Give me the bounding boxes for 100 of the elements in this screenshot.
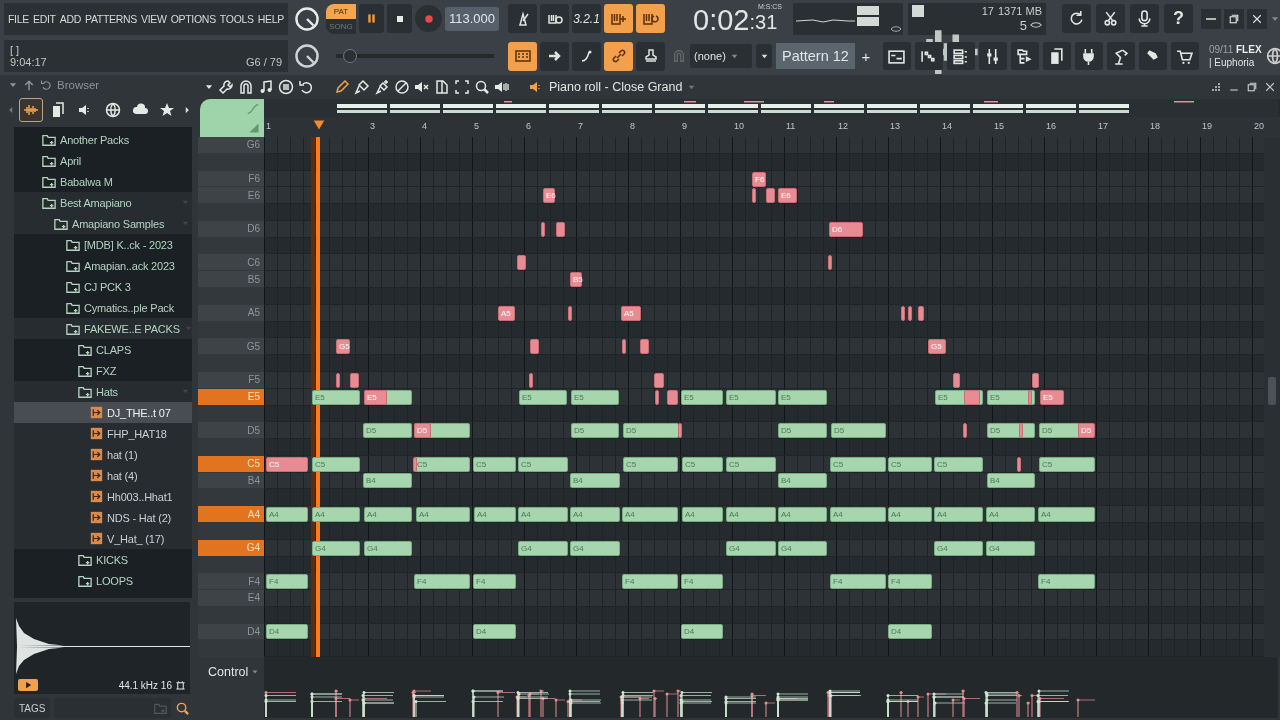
- note[interactable]: D5: [623, 423, 679, 439]
- note[interactable]: F4: [266, 574, 308, 590]
- tree-item[interactable]: Another Packs: [14, 129, 192, 150]
- mode-option[interactable]: SONG: [326, 18, 356, 34]
- bar-number: 10: [734, 121, 744, 131]
- note[interactable]: A4: [364, 507, 412, 523]
- note[interactable]: E6: [778, 188, 797, 204]
- tempo-display[interactable]: 113.000: [445, 6, 500, 31]
- mode-toggle[interactable]: PAT SONG: [326, 3, 356, 34]
- note[interactable]: F4: [1038, 574, 1095, 590]
- note[interactable]: G5: [336, 339, 350, 355]
- note[interactable]: A4: [474, 507, 516, 523]
- tree-item[interactable]: FXZ: [14, 360, 192, 381]
- note[interactable]: D5: [571, 423, 619, 439]
- note[interactable]: F4: [414, 574, 470, 590]
- note[interactable]: A4: [266, 507, 308, 523]
- menu-item[interactable]: HELP: [257, 12, 284, 25]
- note[interactable]: D4: [888, 624, 932, 640]
- tree-item[interactable]: April: [14, 150, 192, 171]
- tree-item[interactable]: hat (4): [14, 465, 192, 486]
- bar-number: 19: [1202, 121, 1212, 131]
- note[interactable]: A4: [888, 507, 932, 523]
- bar-number: 9: [682, 121, 687, 131]
- piano-roll-title[interactable]: Piano roll - Close Grand: [549, 80, 683, 94]
- tags-button[interactable]: TAGS: [14, 698, 51, 718]
- note[interactable]: D5: [1039, 423, 1080, 439]
- news-panel[interactable]: 09/11 FLEX | Euphoria: [1208, 43, 1262, 70]
- news-count: 09/11: [1208, 44, 1234, 56]
- bar-number: 3: [370, 121, 375, 131]
- note[interactable]: A4: [312, 507, 360, 523]
- note[interactable]: A4: [726, 507, 776, 523]
- note[interactable]: F4: [888, 574, 932, 590]
- note[interactable]: A4: [518, 507, 568, 523]
- note[interactable]: D4: [266, 624, 308, 640]
- hint-text: [ ]: [10, 44, 20, 57]
- control-dropdown[interactable]: Control: [198, 665, 260, 679]
- countdown-button[interactable]: 3.2.1: [572, 4, 601, 34]
- note[interactable]: A4: [622, 507, 678, 523]
- note[interactable]: F4: [473, 574, 516, 590]
- note[interactable]: G5: [928, 339, 946, 355]
- mode-option[interactable]: PAT: [326, 3, 356, 19]
- note[interactable]: D5: [363, 423, 412, 439]
- bar-number: 1: [266, 121, 271, 131]
- note[interactable]: A4: [570, 507, 620, 523]
- memory-usage: 1371 MB: [997, 4, 1042, 17]
- note[interactable]: B4: [570, 473, 620, 489]
- tree-item[interactable]: FHP_HAT18: [14, 423, 192, 444]
- menu-item[interactable]: PATTERNS: [85, 12, 138, 25]
- tree-item[interactable]: CJ PCK 3: [14, 276, 192, 297]
- note[interactable]: D4: [681, 624, 723, 640]
- note[interactable]: B4: [778, 473, 827, 489]
- note[interactable]: D5: [987, 423, 1035, 439]
- piano-key[interactable]: A4: [198, 506, 264, 523]
- bar-number: 20: [1254, 121, 1264, 131]
- note[interactable]: A4: [682, 507, 723, 523]
- note[interactable]: F4: [830, 574, 886, 590]
- note[interactable]: A4: [986, 507, 1035, 523]
- note[interactable]: F4: [681, 574, 723, 590]
- note[interactable]: D5: [414, 423, 431, 439]
- note[interactable]: A4: [778, 507, 827, 523]
- tree-item[interactable]: Babalwa M: [14, 171, 192, 192]
- note[interactable]: D5: [831, 423, 886, 439]
- note[interactable]: B4: [363, 473, 412, 489]
- note[interactable]: A4: [830, 507, 886, 523]
- tree-item[interactable]: Amapian..ack 2023: [14, 255, 192, 276]
- note[interactable]: D5: [1078, 423, 1095, 439]
- tree-item[interactable]: Hh003..Hhat1: [14, 486, 192, 507]
- note[interactable]: A4: [934, 507, 983, 523]
- bar-number: 7: [578, 121, 583, 131]
- add-pattern-button[interactable]: +: [858, 47, 873, 65]
- menu-item[interactable]: EDIT: [33, 12, 56, 25]
- tree-item[interactable]: Cymatics..ple Pack: [14, 297, 192, 318]
- tree-item[interactable]: DJ_THE..t 07: [14, 402, 192, 423]
- help-button[interactable]: ?: [1164, 4, 1193, 34]
- tree-item[interactable]: Best Amapiano: [14, 192, 192, 213]
- note[interactable]: D5: [778, 423, 827, 439]
- tree-item[interactable]: FAKEWE..E PACKS: [14, 318, 192, 339]
- menu-item[interactable]: TOOLS: [219, 12, 254, 25]
- menu-item[interactable]: ADD: [59, 12, 81, 25]
- note[interactable]: A4: [1038, 507, 1095, 523]
- bar-number: 11: [786, 121, 796, 131]
- note[interactable]: B4: [987, 473, 1035, 489]
- tree-item[interactable]: [MDB] K..ck - 2023: [14, 234, 192, 255]
- tree-item[interactable]: KICKS: [14, 549, 192, 570]
- menu-item[interactable]: OPTIONS: [170, 12, 216, 25]
- tree-item[interactable]: Hats: [14, 381, 192, 402]
- bar-number: 12: [838, 121, 848, 131]
- note[interactable]: D4: [473, 624, 516, 640]
- menu-item[interactable]: VIEW: [141, 12, 167, 25]
- tree-item[interactable]: LOOPS: [14, 570, 192, 591]
- tree-item[interactable]: V_Hat_ (17): [14, 528, 192, 549]
- channel-dropdown[interactable]: (none): [690, 44, 752, 69]
- note[interactable]: F4: [622, 574, 678, 590]
- menu-item[interactable]: FILE: [8, 12, 29, 25]
- tree-item[interactable]: Amapiano Samples: [14, 213, 192, 234]
- pattern-selector[interactable]: Pattern 12: [776, 43, 855, 70]
- tree-item[interactable]: CLAPS: [14, 339, 192, 360]
- note[interactable]: A4: [416, 507, 470, 523]
- tree-item[interactable]: hat (1): [14, 444, 192, 465]
- tree-item[interactable]: NDS - Hat (2): [14, 507, 192, 528]
